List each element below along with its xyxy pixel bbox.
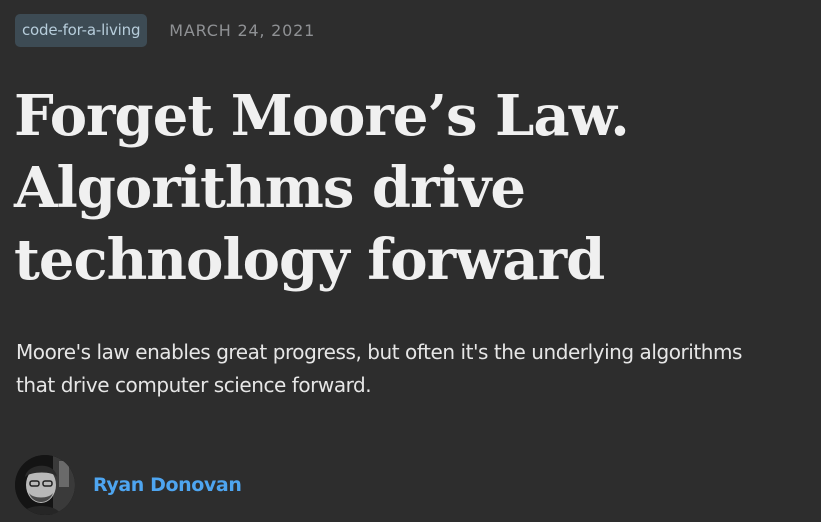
title-line: Algorithms drive: [14, 155, 526, 221]
article-header: code-for-a-living MARCH 24, 2021 Forget …: [0, 0, 821, 522]
post-date: MARCH 24, 2021: [169, 21, 316, 40]
author-avatar[interactable]: [15, 455, 75, 515]
category-tag[interactable]: code-for-a-living: [15, 14, 148, 47]
article-subtitle: Moore's law enables great progress, but …: [16, 336, 821, 402]
author-byline: Ryan Donovan: [15, 455, 242, 515]
post-meta: code-for-a-living MARCH 24, 2021: [15, 14, 315, 47]
author-avatar-photo: [15, 455, 75, 515]
author-name-link[interactable]: Ryan Donovan: [93, 474, 242, 496]
subtitle-line: Moore's law enables great progress, but …: [16, 340, 743, 364]
subtitle-line: that drive computer science forward.: [16, 373, 372, 397]
title-line: Forget Moore’s Law.: [14, 83, 630, 149]
article-title: Forget Moore’s Law. Algorithms drive techn…: [14, 80, 814, 296]
title-line: technology forward: [14, 227, 605, 293]
